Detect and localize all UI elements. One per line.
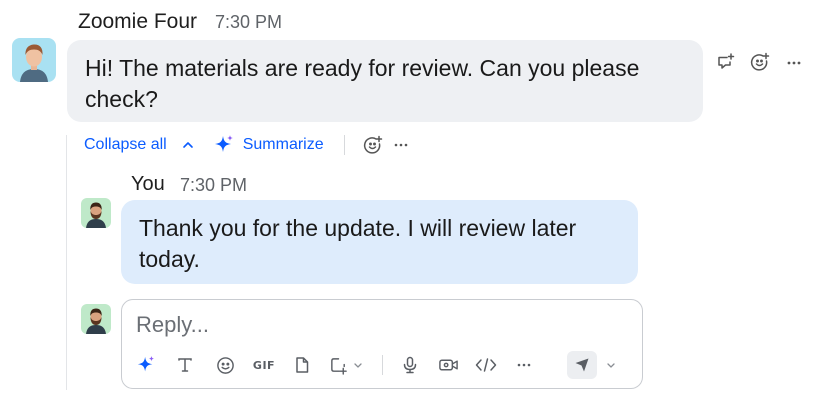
thread-bar: Collapse all Summarize xyxy=(84,134,411,156)
code-icon[interactable] xyxy=(475,352,497,378)
sender-name[interactable]: Zoomie Four xyxy=(78,10,197,34)
more-icon[interactable] xyxy=(514,352,534,378)
collapse-all-label: Collapse all xyxy=(84,136,167,153)
send-button[interactable] xyxy=(567,351,597,379)
sender-avatar[interactable] xyxy=(12,38,56,82)
composer-toolbar: GIF xyxy=(136,351,630,379)
add-reaction-icon[interactable] xyxy=(750,52,770,72)
ai-sparkle-icon xyxy=(214,135,233,152)
screenshot-icon[interactable] xyxy=(328,352,348,378)
collapse-all-button[interactable]: Collapse all xyxy=(84,136,195,154)
chevron-down-icon[interactable] xyxy=(605,352,617,378)
video-clip-icon[interactable] xyxy=(437,352,459,378)
incoming-message-bubble: Hi! The materials are ready for review. … xyxy=(67,40,703,122)
microphone-icon[interactable] xyxy=(400,352,420,378)
reply-composer: GIF xyxy=(121,299,643,389)
my-avatar[interactable] xyxy=(81,198,111,228)
more-icon[interactable] xyxy=(784,52,804,72)
emoji-icon[interactable] xyxy=(215,352,235,378)
outgoing-message-bubble: Thank you for the update. I will review … xyxy=(121,200,638,284)
incoming-message-text: Hi! The materials are ready for review. … xyxy=(85,55,640,112)
chevron-down-icon[interactable] xyxy=(352,352,364,378)
format-text-icon[interactable] xyxy=(175,352,195,378)
chevron-up-icon xyxy=(182,142,193,148)
add-reaction-icon[interactable] xyxy=(363,135,383,155)
message-timestamp: 7:30 PM xyxy=(215,12,283,32)
gif-label: GIF xyxy=(252,358,276,372)
ai-sparkle-icon[interactable] xyxy=(136,352,156,378)
reply-in-thread-icon[interactable] xyxy=(716,52,736,72)
file-icon[interactable] xyxy=(292,352,312,378)
reply-sender-name: You xyxy=(131,173,165,195)
toolbar-divider xyxy=(382,355,383,375)
outgoing-message-text: Thank you for the update. I will review … xyxy=(139,215,577,272)
summarize-label: Summarize xyxy=(242,136,324,153)
send-icon xyxy=(575,358,589,372)
gif-icon[interactable]: GIF xyxy=(252,352,276,378)
thread-line xyxy=(66,135,67,390)
more-icon[interactable] xyxy=(391,135,411,155)
summarize-button[interactable]: Summarize xyxy=(213,134,324,156)
composer-avatar xyxy=(81,304,111,334)
reply-timestamp: 7:30 PM xyxy=(180,175,248,195)
message-actions xyxy=(716,52,804,72)
reply-input[interactable] xyxy=(136,310,616,340)
divider xyxy=(343,135,345,155)
